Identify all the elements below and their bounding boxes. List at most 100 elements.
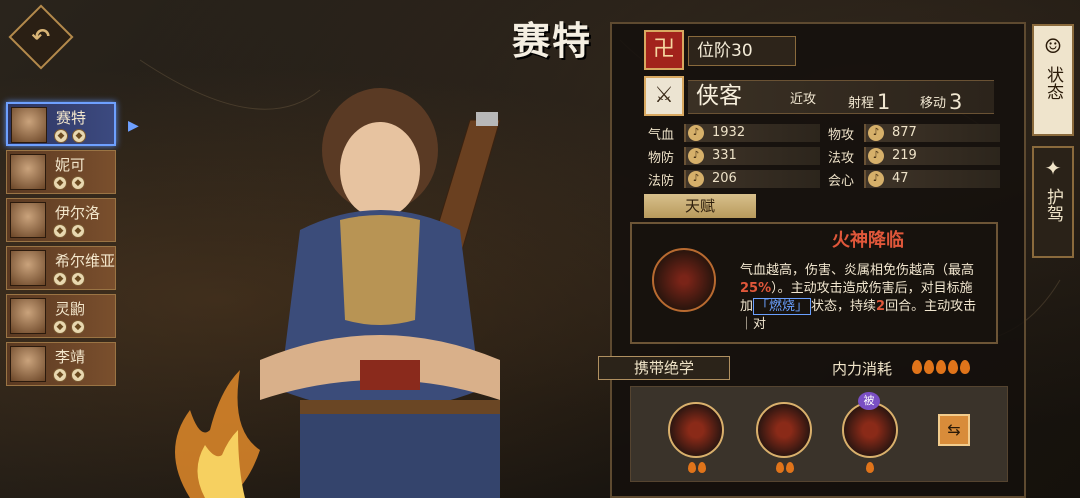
roster-name: 赛特: [56, 109, 87, 127]
rank-label: 位阶30: [688, 36, 796, 66]
mp-cost-label: 内力消耗: [832, 360, 893, 378]
move-label: 移动: [920, 96, 947, 111]
roster-item-4[interactable]: 希尔维亚 ◆ ◆: [6, 246, 116, 290]
selected-arrow-icon: ▶: [128, 118, 139, 134]
roster-item-2[interactable]: 妮可 ◆ ◆: [6, 150, 116, 194]
skill-cost: [866, 462, 874, 473]
skill-cost: [688, 462, 706, 473]
mp-drop-icon: [936, 360, 946, 374]
mp-drop-icon: [698, 462, 706, 473]
stat-label: 气血: [648, 128, 675, 143]
mp-drop-icon: [688, 462, 696, 473]
range-label: 射程: [848, 96, 875, 111]
mp-drop-icon: [948, 360, 958, 374]
skill-slot-1[interactable]: [668, 402, 724, 458]
stat-icon: ♪: [688, 148, 704, 164]
character-roster: 赛特 ◆ ◆ 妮可 ◆ ◆ 伊尔洛 ◆ ◆ 希尔维亚 ◆ ◆ 灵鼩 ◆ ◆ 李靖 ◆ ◆: [6, 102, 122, 390]
gem-icon: ◆: [53, 368, 67, 382]
burn-status-link[interactable]: 「燃烧」: [753, 298, 812, 315]
gem-icon: ◆: [53, 224, 67, 238]
roster-name: 灵鼩: [55, 300, 86, 318]
tab-label: 护驾: [1043, 188, 1063, 222]
talent-turns: 2: [876, 299, 886, 314]
avatar: [10, 250, 46, 286]
mp-drop-icon: [866, 462, 874, 473]
mp-drop-icon: [786, 462, 794, 473]
roster-item-3[interactable]: 伊尔洛 ◆ ◆: [6, 198, 116, 242]
stat-label: 物攻: [828, 128, 855, 143]
mp-drop-icon: [960, 360, 970, 374]
stat-value: 1932: [712, 125, 746, 140]
stat-label: 法攻: [828, 151, 855, 166]
talent-tab[interactable]: 天赋: [644, 194, 756, 218]
roster-name: 希尔维亚: [55, 252, 116, 270]
tab-status[interactable]: ☺ 状态: [1032, 24, 1074, 136]
back-arrow-icon: ↶: [31, 24, 51, 50]
skill-cost: [776, 462, 794, 473]
roster-gems: ◆ ◆: [53, 320, 85, 334]
roster-name: 妮可: [55, 156, 86, 174]
gem-icon: ◆: [53, 272, 67, 286]
skills-tab[interactable]: 携带绝学: [598, 356, 730, 380]
roster-item-6[interactable]: 李靖 ◆ ◆: [6, 342, 116, 386]
talent-description[interactable]: 气血越高，伤害、炎属相免伤越高（最高25%）。主动攻击造成伤害后，对目标施加 「燃…: [740, 262, 978, 334]
gem-icon: ◆: [71, 272, 85, 286]
fire-talent-icon: [652, 248, 716, 312]
shuriken-icon: ✦: [1044, 156, 1062, 180]
talent-highlight: 25%: [740, 281, 772, 296]
talent-title: 火神降临: [832, 230, 904, 251]
stat-bar: [684, 124, 820, 142]
character-portrait: [260, 88, 501, 498]
stat-icon: ♪: [868, 148, 884, 164]
talent-text: 气血越高，伤害、炎属相免伤越高（最高: [740, 263, 975, 278]
move-stat: 移动 3: [920, 88, 963, 114]
range-stat: 射程 1: [848, 88, 891, 114]
stat-value: 219: [892, 148, 917, 163]
stat-icon: ♪: [688, 125, 704, 141]
mp-drop-icon: [924, 360, 934, 374]
roster-gems: ◆ ◆: [54, 129, 86, 143]
gem-icon: ◆: [71, 176, 85, 190]
skill-slot-2[interactable]: [756, 402, 812, 458]
tab-escort[interactable]: ✦ 护驾: [1032, 146, 1074, 258]
gem-icon: ◆: [71, 320, 85, 334]
mp-cost-drops: [912, 360, 970, 374]
move-value: 3: [949, 90, 963, 114]
roster-name: 李靖: [55, 348, 86, 366]
roster-gems: ◆ ◆: [53, 176, 85, 190]
avatar: [10, 298, 46, 334]
stat-value: 206: [712, 171, 737, 186]
roster-item-1[interactable]: 赛特 ◆ ◆: [6, 102, 116, 146]
gem-icon: ◆: [54, 129, 68, 143]
character-name: 赛特: [512, 18, 593, 63]
range-value: 1: [877, 90, 891, 114]
gem-icon: ◆: [53, 320, 67, 334]
roster-name: 伊尔洛: [55, 204, 101, 222]
stat-label: 法防: [648, 174, 675, 189]
stat-bar: [864, 124, 1000, 142]
stat-value: 877: [892, 125, 917, 140]
gem-icon: ◆: [72, 129, 86, 143]
stat-bar: [864, 170, 1000, 188]
attack-type-label: 近攻: [790, 92, 817, 107]
roster-gems: ◆ ◆: [53, 224, 85, 238]
mp-drop-icon: [776, 462, 784, 473]
gem-icon: ◆: [71, 224, 85, 238]
stat-bar: [864, 147, 1000, 165]
passive-badge: 被: [858, 392, 880, 410]
stat-bar: [684, 147, 820, 165]
stat-value: 47: [892, 171, 909, 186]
portrait-icon: ☺: [1044, 34, 1062, 58]
rank-icon: 卍: [644, 30, 684, 70]
stat-label: 会心: [828, 174, 855, 189]
roster-item-5[interactable]: 灵鼩 ◆ ◆: [6, 294, 116, 338]
change-skill-button[interactable]: ⇆: [938, 414, 970, 446]
class-name: 侠客: [696, 83, 742, 109]
class-icon: ⚔: [644, 76, 684, 116]
avatar: [11, 107, 47, 143]
avatar: [10, 154, 46, 190]
stat-icon: ♪: [868, 171, 884, 187]
stat-label: 物防: [648, 151, 675, 166]
skill-slot-3[interactable]: [842, 402, 898, 458]
gem-icon: ◆: [53, 176, 67, 190]
